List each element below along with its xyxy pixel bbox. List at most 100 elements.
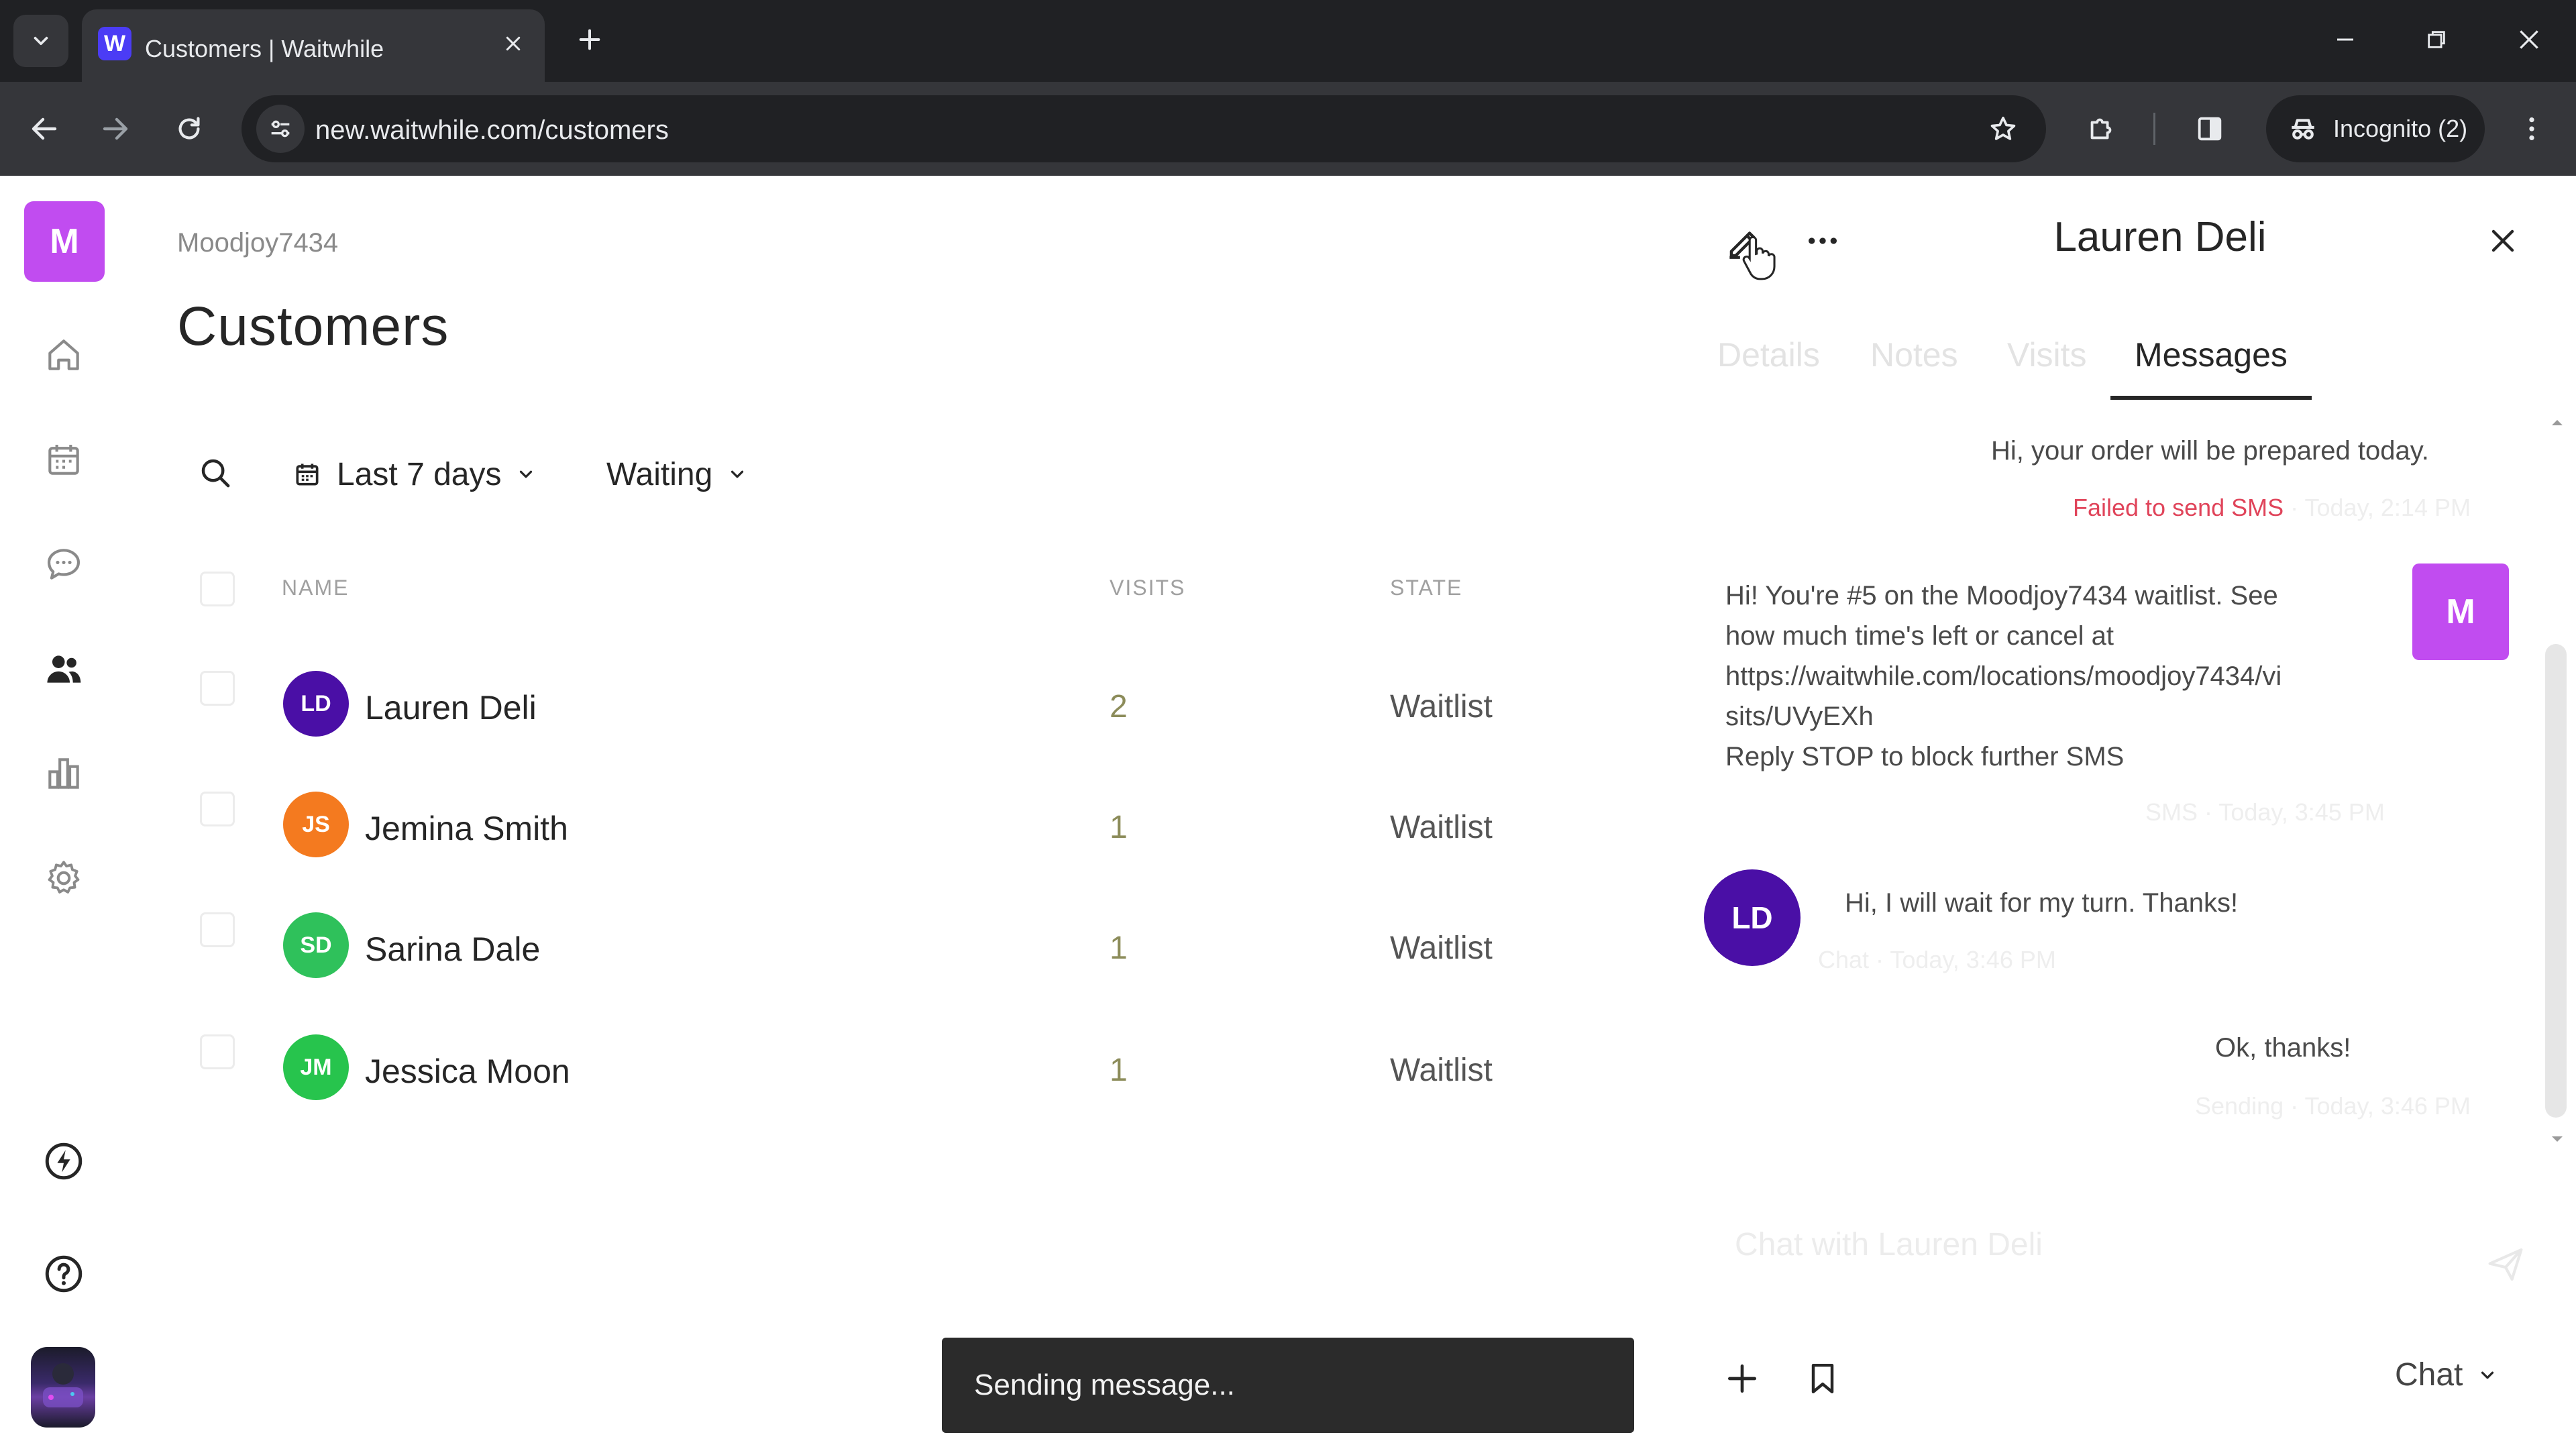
table-row[interactable]: JM Jessica Moon 1 Waitlist — [181, 1001, 1697, 1108]
extensions-button[interactable] — [2074, 102, 2128, 156]
user-avatar[interactable] — [31, 1347, 95, 1428]
message-meta: Chat · Today, 3:46 PM — [1818, 946, 2056, 973]
tab-notes[interactable]: Notes — [1870, 335, 1958, 374]
minimize-icon — [2337, 38, 2353, 41]
minimize-button[interactable] — [2305, 12, 2385, 67]
lightning-icon — [45, 1142, 83, 1180]
new-tab-button[interactable] — [566, 16, 613, 63]
column-header-visits[interactable]: VISITS — [1110, 576, 1185, 600]
attach-button[interactable] — [1712, 1348, 1772, 1409]
address-bar[interactable]: new.waitwhile.com/customers — [241, 95, 2046, 162]
puzzle-icon — [2090, 118, 2112, 140]
message-line: Reply STOP to block further SMS — [1725, 742, 2125, 771]
channel-selector[interactable]: Chat — [2395, 1356, 2498, 1393]
search-button[interactable] — [192, 449, 239, 496]
sidebar-item-automation[interactable] — [34, 1131, 94, 1191]
table-row[interactable]: JS Jemina Smith 1 Waitlist — [181, 758, 1697, 865]
calendar-icon — [48, 445, 79, 475]
close-icon — [506, 36, 521, 51]
restore-button[interactable] — [2396, 12, 2477, 67]
table-row[interactable]: LD Lauren Deli 2 Waitlist — [181, 637, 1697, 745]
kebab-menu-icon — [2529, 117, 2534, 141]
message-meta: SMS · Today, 3:45 PM — [2145, 798, 2385, 826]
failed-status[interactable]: Failed to send SMS — [2073, 494, 2284, 521]
browser-toolbar: new.waitwhile.com/customers Incognito (2… — [0, 82, 2576, 176]
close-panel-button[interactable] — [2473, 211, 2533, 271]
customer-visits: 2 — [1110, 689, 1128, 724]
bookmark-star-button[interactable] — [1978, 103, 2029, 154]
customer-name: Sarina Dale — [365, 930, 541, 968]
tab-visits[interactable]: Visits — [2007, 335, 2087, 374]
home-icon — [48, 339, 79, 370]
people-icon — [47, 655, 81, 683]
sidebar-item-analytics[interactable] — [34, 743, 94, 804]
back-button[interactable] — [17, 102, 71, 156]
sidebar-item-settings[interactable] — [34, 848, 94, 908]
org-logo[interactable]: M — [24, 201, 105, 282]
panel-customer-name: Lauren Deli — [2053, 214, 2267, 260]
scrollbar-thumb[interactable] — [2545, 644, 2567, 1118]
close-icon — [2520, 30, 2538, 49]
date-range-filter[interactable]: Last 7 days — [292, 451, 536, 498]
customer-name: Lauren Deli — [365, 689, 537, 727]
forward-button[interactable] — [89, 102, 142, 156]
avatar: LD — [283, 671, 349, 737]
waitwhile-favicon-icon: W — [98, 27, 131, 60]
tab-search-button[interactable] — [13, 15, 68, 67]
sending-toast: Sending message... — [942, 1338, 1634, 1433]
chevron-down-icon — [520, 470, 533, 478]
customer-visits: 1 — [1110, 1053, 1128, 1088]
sender-avatar: M — [2412, 564, 2509, 660]
message-outgoing-sms: Hi! You're #5 on the Moodjoy7434 waitlis… — [1725, 576, 2282, 777]
send-button[interactable] — [2475, 1234, 2536, 1295]
tab-messages[interactable]: Messages — [2135, 335, 2288, 374]
sidebar-item-calendar[interactable] — [34, 429, 94, 490]
customer-state: Waitlist — [1390, 1053, 1493, 1088]
customer-state: Waitlist — [1390, 810, 1493, 845]
avatar: SD — [283, 912, 349, 978]
incognito-label: Incognito (2) — [2333, 115, 2468, 142]
chevron-down-icon — [731, 470, 744, 478]
incognito-indicator[interactable]: Incognito (2) — [2266, 95, 2485, 162]
column-header-name[interactable]: NAME — [282, 576, 349, 600]
organization-name[interactable]: Moodjoy7434 — [177, 228, 338, 258]
browser-menu-button[interactable] — [2505, 102, 2559, 156]
saved-replies-button[interactable] — [1792, 1348, 1853, 1409]
chat-bubble-icon — [47, 549, 80, 580]
window-close-button[interactable] — [2489, 12, 2569, 67]
browser-tab[interactable]: W Customers | Waitwhile — [82, 9, 545, 82]
sidebar-item-messages[interactable] — [34, 534, 94, 594]
tab-details[interactable]: Details — [1717, 335, 1820, 374]
site-info-button[interactable] — [256, 105, 305, 153]
send-icon — [2488, 1248, 2523, 1281]
message-incoming: Hi, I will wait for my turn. Thanks! — [1845, 888, 2239, 918]
sidebar-item-customers[interactable] — [34, 639, 94, 699]
message-link[interactable]: https://waitwhile.com/locations/moodjoy7… — [1725, 656, 2282, 696]
plus-icon — [579, 29, 600, 50]
more-options-button[interactable] — [1792, 211, 1853, 271]
message-link[interactable]: sits/UVyEXh — [1725, 696, 2282, 737]
customer-name: Jemina Smith — [365, 810, 568, 847]
sidebar-item-help[interactable] — [34, 1244, 94, 1304]
page-title: Customers — [177, 296, 449, 357]
more-horizontal-icon — [1809, 237, 1837, 244]
chat-input[interactable]: Chat with Lauren Deli — [1735, 1226, 2043, 1263]
reload-button[interactable] — [162, 102, 216, 156]
table-row[interactable]: SD Sarina Dale 1 Waitlist — [181, 879, 1697, 986]
state-filter[interactable]: Waiting — [606, 451, 747, 498]
select-all-checkbox[interactable] — [200, 572, 235, 606]
customer-state: Waitlist — [1390, 689, 1493, 724]
side-panel-button[interactable] — [2183, 102, 2237, 156]
message-outgoing: Hi, your order will be prepared today. — [1991, 436, 2429, 466]
date-range-label: Last 7 days — [337, 456, 502, 492]
sidebar-item-home[interactable] — [34, 325, 94, 385]
avatar-image — [43, 1363, 83, 1407]
help-icon — [45, 1255, 83, 1293]
avatar: JS — [283, 792, 349, 857]
message-line: Hi! You're #5 on the Moodjoy7434 waitlis… — [1725, 581, 2278, 610]
tab-close-button[interactable] — [496, 27, 530, 60]
calendar-icon — [296, 464, 319, 486]
column-header-state[interactable]: STATE — [1390, 576, 1462, 600]
channel-label: Chat — [2395, 1357, 2463, 1393]
message-outgoing: Ok, thanks! — [2215, 1033, 2351, 1063]
